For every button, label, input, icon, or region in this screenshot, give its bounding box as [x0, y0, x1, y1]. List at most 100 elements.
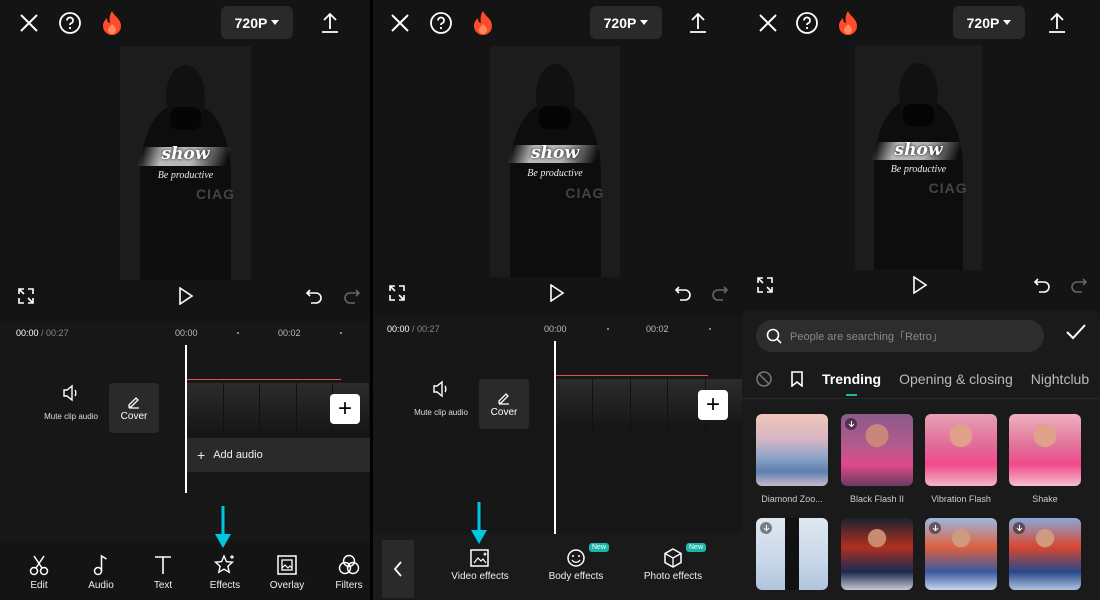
filters-circles-icon	[338, 554, 360, 575]
fullscreen-icon[interactable]	[389, 285, 405, 301]
mute-clip-audio-button[interactable]: Mute clip audio	[411, 380, 471, 417]
toolbar-effects[interactable]: Effects	[195, 554, 255, 591]
effect-tile[interactable]	[841, 518, 913, 598]
body-effects-button[interactable]: Body effects	[541, 548, 611, 582]
no-effect-icon[interactable]	[756, 371, 772, 387]
effect-thumbnail	[756, 414, 828, 486]
export-upload-icon[interactable]	[1046, 11, 1068, 35]
overlay-subtitle: Be productive	[157, 170, 214, 182]
mute-label: Mute clip audio	[414, 408, 468, 417]
help-icon[interactable]	[429, 11, 453, 35]
flame-icon[interactable]	[101, 10, 123, 36]
resolution-dropdown[interactable]: 720P	[221, 6, 293, 39]
overlay-subtitle: Be productive	[527, 168, 583, 180]
tab-nightclub[interactable]: Nightclub	[1031, 371, 1089, 387]
text-t-icon	[155, 556, 171, 574]
toolbar-text[interactable]: Text	[133, 554, 193, 591]
effect-tile[interactable]: Shake	[1009, 414, 1081, 504]
caret-down-icon	[640, 20, 649, 25]
add-clip-button[interactable]: +	[330, 394, 360, 424]
ruler-mark: 00:00	[544, 324, 567, 334]
chevron-left-icon	[393, 561, 402, 577]
undo-icon[interactable]	[305, 287, 323, 305]
flame-icon[interactable]	[837, 10, 859, 36]
back-button[interactable]	[382, 540, 414, 598]
undo-icon[interactable]	[1033, 276, 1051, 294]
effect-tile[interactable]: Vibration Flash	[925, 414, 997, 504]
close-icon[interactable]	[18, 12, 40, 34]
help-icon[interactable]	[58, 11, 82, 35]
playhead[interactable]	[554, 341, 556, 534]
resolution-dropdown[interactable]: 720P	[953, 6, 1025, 39]
new-badge: New	[686, 543, 707, 552]
effect-tile[interactable]: Black Flash II	[841, 414, 913, 504]
pencil-icon	[128, 396, 139, 409]
flame-icon[interactable]	[472, 10, 494, 36]
video-effects-button[interactable]: Video effects	[445, 548, 515, 582]
export-upload-icon[interactable]	[687, 11, 709, 35]
sparkle-star-icon	[214, 554, 235, 574]
mute-clip-audio-button[interactable]: Mute clip audio	[41, 384, 101, 421]
caret-down-icon	[1003, 20, 1012, 25]
timecode-total: 00:27	[417, 324, 440, 334]
fullscreen-icon[interactable]	[18, 288, 34, 304]
toolbar-label: Audio	[88, 580, 114, 591]
timeline: 00:00 / 00:27 00:00 00:02 Mute clip audi…	[0, 322, 370, 542]
plus-icon: +	[197, 447, 206, 463]
redo-icon	[712, 286, 729, 301]
overlay-image-icon	[277, 555, 297, 575]
cover-button[interactable]: Cover	[109, 383, 159, 433]
toolbar-filters[interactable]: Filters	[319, 554, 370, 591]
overlay-subtitle: Be productive	[890, 164, 947, 176]
effect-tile[interactable]	[1009, 518, 1081, 598]
speaker-icon	[433, 380, 447, 398]
effects-search-field[interactable]: People are searching「Retro」	[756, 320, 1044, 352]
video-preview: show Be productive CIAG	[855, 45, 982, 270]
play-icon[interactable]	[178, 287, 194, 305]
jacket-print: CIAG	[565, 184, 605, 201]
photo-effects-button[interactable]: Photo effects	[638, 548, 708, 582]
effect-tile[interactable]	[925, 518, 997, 598]
toolbar-audio[interactable]: Audio	[71, 554, 131, 591]
play-icon[interactable]	[912, 276, 928, 294]
toolbar-edit[interactable]: Edit	[9, 554, 69, 591]
mute-label: Mute clip audio	[44, 412, 98, 421]
caret-down-icon	[271, 20, 280, 25]
effect-label: Vibration Flash	[931, 494, 991, 504]
tab-trending[interactable]: Trending	[822, 371, 881, 396]
cover-button[interactable]: Cover	[479, 379, 529, 429]
search-icon	[766, 328, 782, 344]
undo-icon[interactable]	[674, 284, 692, 302]
fullscreen-icon[interactable]	[757, 277, 773, 293]
effect-type-label: Video effects	[451, 571, 509, 582]
timecode: 00:00 / 00:27	[387, 324, 440, 334]
play-icon[interactable]	[549, 284, 565, 302]
bookmark-icon[interactable]	[790, 371, 804, 387]
effect-type-label: Body effects	[548, 571, 604, 582]
effect-label: Shake	[1032, 494, 1058, 504]
redo-icon	[1071, 278, 1088, 293]
effect-tile[interactable]	[756, 518, 828, 598]
overlay-title: show	[894, 139, 943, 160]
toolbar-label: Overlay	[269, 580, 305, 591]
resolution-dropdown[interactable]: 720P	[590, 6, 662, 39]
ruler-mark: 00:02	[278, 328, 301, 338]
close-icon[interactable]	[757, 12, 779, 34]
add-audio-button[interactable]: + Add audio	[187, 438, 370, 472]
tab-opening-closing[interactable]: Opening & closing	[899, 371, 1013, 387]
playhead[interactable]	[185, 345, 187, 493]
effect-tile[interactable]: Diamond Zoo...	[756, 414, 828, 504]
tabs-divider	[742, 398, 1100, 399]
export-upload-icon[interactable]	[319, 11, 341, 35]
effect-type-label: Photo effects	[643, 571, 703, 582]
ruler-mark: 00:02	[646, 324, 669, 334]
editor-panel-effects-library: 720P show Be productive CIAG People are …	[742, 0, 1100, 600]
confirm-check-icon[interactable]	[1066, 324, 1086, 340]
close-icon[interactable]	[389, 12, 411, 34]
effect-thumbnail	[925, 414, 997, 486]
toolbar-overlay[interactable]: Overlay	[257, 554, 317, 591]
jacket-print: CIAG	[928, 180, 968, 196]
toolbar-label: Filters	[335, 580, 363, 591]
help-icon[interactable]	[795, 11, 819, 35]
add-clip-button[interactable]: +	[698, 390, 728, 420]
